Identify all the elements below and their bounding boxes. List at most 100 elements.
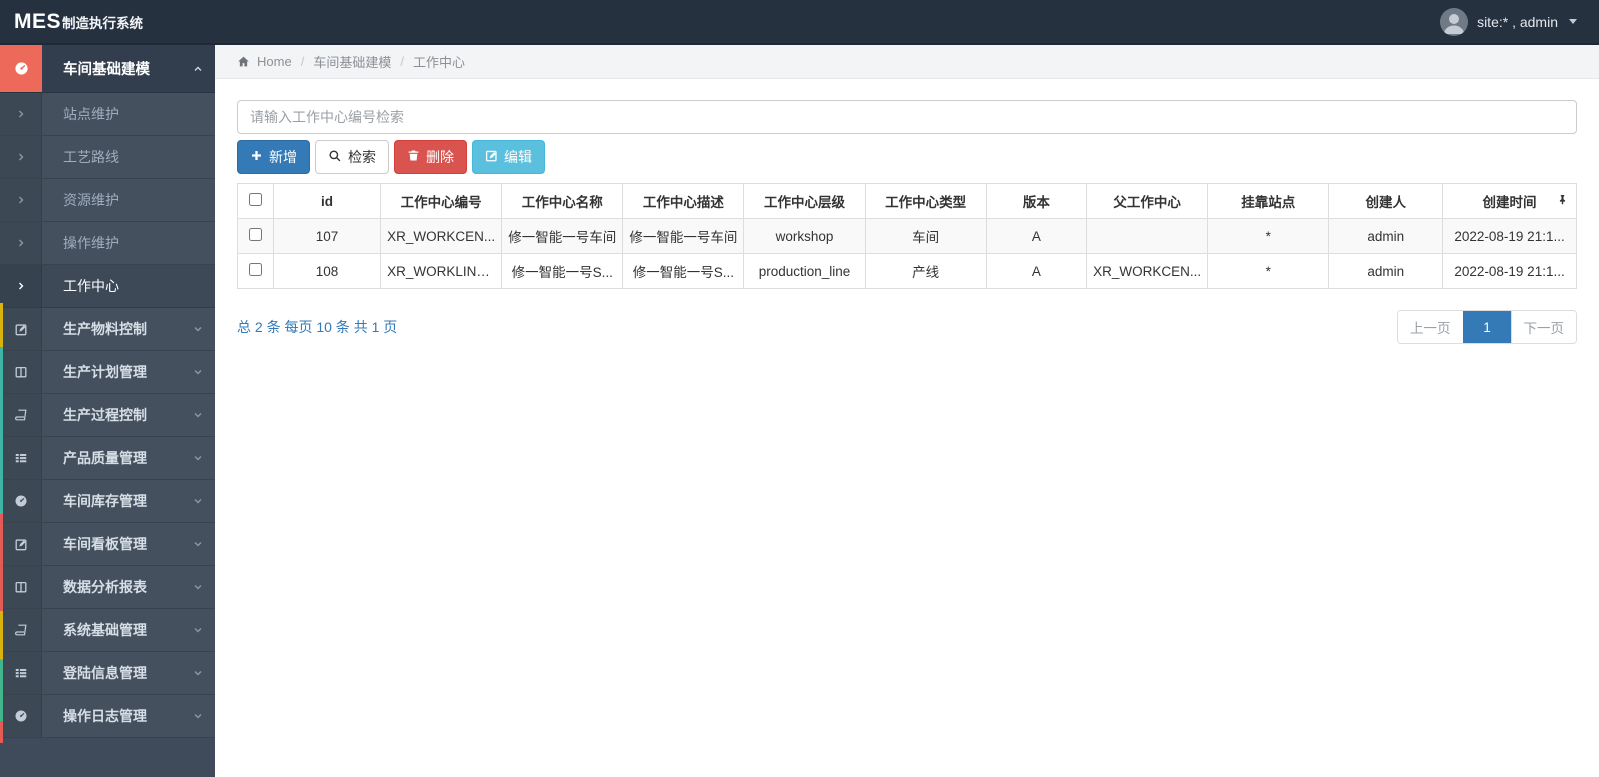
sidebar-item-label: 车间基础建模 — [63, 62, 150, 78]
edit-icon — [485, 149, 498, 165]
main-content: Home / 车间基础建模 / 工作中心 新增 检索 — [215, 45, 1599, 777]
sidebar-item-analytics-reports[interactable]: 数据分析报表 — [0, 566, 215, 609]
cell-parent — [1086, 218, 1209, 254]
chevron-right-icon — [0, 265, 42, 307]
breadcrumb-section[interactable]: 车间基础建模 — [313, 52, 391, 71]
cell-code: XR_WORKCEN... — [380, 218, 503, 254]
column-header-station: 挂靠站点 — [1207, 183, 1330, 219]
column-header-code: 工作中心编号 — [380, 183, 503, 219]
plus-icon — [250, 149, 263, 165]
sidebar-item-system-management[interactable]: 系统基础管理 — [0, 609, 215, 652]
cell-id: 107 — [272, 218, 382, 254]
row-select-cell — [237, 218, 274, 254]
chevron-down-icon — [181, 695, 215, 737]
sidebar-item-label: 操作维护 — [63, 235, 119, 251]
row-select-cell — [237, 253, 274, 289]
page-number-button[interactable]: 1 — [1462, 311, 1511, 343]
sidebar-item-operation-maintenance[interactable]: 操作维护 — [0, 222, 215, 265]
column-header-creator: 创建人 — [1328, 183, 1444, 219]
sidebar-item-material-control[interactable]: 生产物料控制 — [0, 308, 215, 351]
row-checkbox[interactable] — [249, 263, 262, 276]
avatar — [1440, 7, 1469, 36]
sidebar-item-plan-management[interactable]: 生产计划管理 — [0, 351, 215, 394]
app-logo-secondary: 制造执行系统 — [62, 15, 144, 31]
toolbar: 新增 检索 删除 编辑 — [237, 140, 1577, 174]
cell-level: workshop — [743, 218, 866, 254]
pagination-summary: 总 2 条 每页 10 条 共 1 页 — [237, 319, 398, 335]
sidebar-item-label: 登陆信息管理 — [63, 665, 147, 681]
add-button[interactable]: 新增 — [237, 140, 310, 174]
columns-icon — [0, 351, 42, 393]
sidebar-item-workshop-modeling[interactable]: 车间基础建模 — [0, 45, 215, 93]
select-all-checkbox[interactable] — [249, 193, 262, 206]
search-input[interactable] — [237, 100, 1577, 134]
sidebar-item-process-control[interactable]: 生产过程控制 — [0, 394, 215, 437]
chevron-down-icon — [181, 308, 215, 350]
cell-parent: XR_WORKCEN... — [1086, 253, 1209, 289]
pushpin-icon[interactable] — [1557, 194, 1568, 209]
sidebar-item-login-info-management[interactable]: 登陆信息管理 — [0, 652, 215, 695]
delete-button[interactable]: 删除 — [394, 140, 467, 174]
sidebar-item-inventory-management[interactable]: 车间库存管理 — [0, 480, 215, 523]
chevron-down-icon — [181, 351, 215, 393]
sidebar-item-site-maintenance[interactable]: 站点维护 — [0, 93, 215, 136]
table-row[interactable]: 107 XR_WORKCEN... 修一智能一号车间 修一智能一号车间 work… — [237, 218, 1577, 254]
cell-created-time: 2022-08-19 21:1... — [1442, 218, 1577, 254]
home-icon — [237, 55, 250, 68]
breadcrumb: Home / 车间基础建模 / 工作中心 — [215, 45, 1599, 79]
sidebar-item-label: 系统基础管理 — [63, 622, 147, 638]
cell-name: 修一智能一号车间 — [501, 218, 624, 254]
select-all-cell — [237, 183, 274, 219]
column-header-id: id — [272, 183, 382, 219]
chevron-down-icon — [181, 652, 215, 694]
app-logo[interactable]: MES 制造执行系统 — [0, 10, 143, 34]
column-header-version: 版本 — [985, 183, 1088, 219]
sidebar-item-process-route[interactable]: 工艺路线 — [0, 136, 215, 179]
column-header-type: 工作中心类型 — [864, 183, 987, 219]
column-header-level: 工作中心层级 — [743, 183, 866, 219]
work-center-table: id 工作中心编号 工作中心名称 工作中心描述 工作中心层级 工作中心类型 版本… — [237, 183, 1577, 289]
chevron-down-icon — [181, 394, 215, 436]
row-checkbox[interactable] — [249, 228, 262, 241]
pencil-square-icon — [0, 523, 42, 565]
breadcrumb-home[interactable]: Home — [237, 54, 292, 69]
sidebar-item-board-management[interactable]: 车间看板管理 — [0, 523, 215, 566]
sidebar-item-label: 工艺路线 — [63, 149, 119, 165]
edit-button[interactable]: 编辑 — [472, 140, 545, 174]
user-name-label: site:* , admin — [1477, 13, 1558, 30]
top-navbar: MES 制造执行系统 site:* , admin — [0, 0, 1599, 45]
breadcrumb-separator: / — [400, 54, 404, 69]
chevron-down-icon — [181, 609, 215, 651]
book-icon — [0, 394, 42, 436]
cell-version: A — [985, 218, 1088, 254]
table-header-row: id 工作中心编号 工作中心名称 工作中心描述 工作中心层级 工作中心类型 版本… — [237, 183, 1577, 219]
sidebar-item-resource-maintenance[interactable]: 资源维护 — [0, 179, 215, 222]
search-icon — [328, 149, 342, 166]
chevron-down-icon — [181, 523, 215, 565]
breadcrumb-separator: / — [300, 54, 305, 69]
chevron-down-icon — [181, 566, 215, 608]
sidebar-item-label: 站点维护 — [63, 106, 119, 122]
content-panel: 新增 检索 删除 编辑 — [215, 79, 1599, 344]
chevron-down-icon — [181, 480, 215, 522]
chevron-right-icon — [0, 222, 42, 264]
column-header-name: 工作中心名称 — [501, 183, 624, 219]
prev-page-button[interactable]: 上一页 — [1398, 311, 1463, 343]
sidebar-item-work-center[interactable]: 工作中心 — [0, 265, 215, 308]
cell-creator: admin — [1328, 253, 1444, 289]
chevron-down-icon — [181, 437, 215, 479]
table-row[interactable]: 108 XR_WORKLINE... 修一智能一号S... 修一智能一号S...… — [237, 253, 1577, 289]
sidebar-item-label: 工作中心 — [63, 278, 119, 294]
book-icon — [0, 609, 42, 651]
sidebar-item-label: 车间库存管理 — [63, 493, 147, 509]
column-header-description: 工作中心描述 — [622, 183, 745, 219]
next-page-button[interactable]: 下一页 — [1510, 311, 1576, 343]
sidebar-item-operation-log-management[interactable]: 操作日志管理 — [0, 695, 215, 738]
sidebar-item-quality-management[interactable]: 产品质量管理 — [0, 437, 215, 480]
search-button[interactable]: 检索 — [315, 140, 389, 174]
columns-icon — [0, 566, 42, 608]
trash-icon — [407, 149, 420, 165]
gauge-icon — [0, 480, 42, 522]
chevron-right-icon — [0, 136, 42, 178]
user-menu[interactable]: site:* , admin — [1440, 7, 1599, 36]
